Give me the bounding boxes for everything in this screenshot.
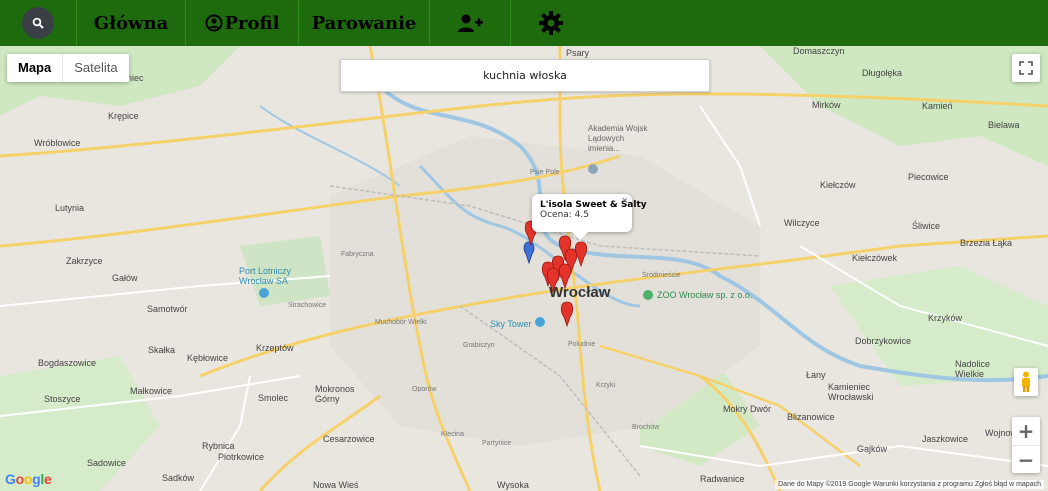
fullscreen-icon <box>1019 61 1033 75</box>
zoom-out-button[interactable]: − <box>1012 446 1040 474</box>
map-district-label: Poludnie <box>568 341 596 348</box>
map-canvas[interactable]: Psary Domaszczyn Długołęka Kamień Bielaw… <box>0 46 1048 491</box>
close-icon[interactable]: × <box>622 195 628 207</box>
map-place-label: Kiełczów <box>820 180 856 190</box>
map-place-label: Gałów <box>112 273 138 283</box>
map-place-label: Mokronos Górny <box>315 384 355 404</box>
info-window-rating: Ocena: 4.5 <box>540 210 589 220</box>
map-poi-label: ZOO Wrocław sp. z o.o. <box>657 290 753 300</box>
map-place-label: Kamień <box>922 101 953 111</box>
map-place-label: Bielawa <box>988 120 1020 130</box>
map-place-label: Bogdaszowice <box>38 358 97 368</box>
map-place-label: Nadolice Wielkie <box>955 359 991 379</box>
pegman-icon <box>1022 371 1030 392</box>
search-icon <box>32 17 44 29</box>
map-type-satellite-button[interactable]: Satelita <box>62 54 128 82</box>
nav-pairing-label: Parowanie <box>311 12 417 34</box>
map-tiles <box>0 46 1048 491</box>
nav-item-home[interactable]: Główna <box>77 0 186 46</box>
map-place-label: Małkowice <box>130 386 173 396</box>
map-place-label: Kamieniec Wrocławski <box>828 382 874 402</box>
map-district-label: Oporów <box>412 386 437 393</box>
map-place-label: Łany <box>806 370 826 380</box>
map-district-label: Strachowice <box>288 302 327 309</box>
nav-item-pairing[interactable]: Parowanie <box>299 0 430 46</box>
map-place-label: Sadków <box>162 473 195 483</box>
nav-item-settings[interactable] <box>511 0 591 46</box>
zoom-control: + − <box>1012 417 1040 473</box>
map-place-label: Smolec <box>258 393 289 403</box>
map-place-label: Gajków <box>857 444 888 454</box>
map-place-label: Brzezia Łąka <box>960 238 1013 248</box>
map-district-label: Śródmieście <box>642 272 681 279</box>
user-circle-icon <box>205 14 223 32</box>
map-place-label: Zakrzyce <box>66 256 103 266</box>
map-place-label: Samotwór <box>147 304 188 314</box>
map-type-control: Mapa Satelita <box>7 54 129 82</box>
gear-icon <box>539 11 563 35</box>
search-button[interactable] <box>22 7 54 39</box>
nav-search-cell[interactable] <box>0 0 77 46</box>
map-district-label: Muchobór Wielki <box>375 319 427 326</box>
street-view-pegman[interactable] <box>1014 368 1038 396</box>
map-place-label: Psary <box>566 48 590 58</box>
map-place-label: Lutynia <box>55 203 85 213</box>
map-district-label: Partynice <box>482 440 512 447</box>
map-place-label: Krzeptów <box>256 343 294 353</box>
map-place-label: Sadowice <box>87 458 127 468</box>
map-place-label: Wysoka <box>497 480 529 490</box>
city-label: Wrocław <box>549 284 611 301</box>
map-place-label: Śliwice <box>912 221 941 231</box>
place-search-input[interactable]: kuchnia włoska <box>340 59 710 92</box>
map-place-label: Krzyków <box>928 313 963 323</box>
map-place-label: Dobrzykowice <box>855 336 912 346</box>
fullscreen-button[interactable] <box>1012 54 1040 82</box>
map-place-label: Skałka <box>148 345 176 355</box>
map-place-label: Piecowice <box>908 172 949 182</box>
map-place-label: Nowa Wieś <box>313 480 359 490</box>
map-attribution: Dane do Mapy ©2019 Google Warunki korzys… <box>775 480 1044 489</box>
map-district-label: Psie Pole <box>530 169 560 176</box>
map-place-label: Akademia Wojsk Lądowych imienia... <box>588 124 648 153</box>
map-place-label: Piotrkowice <box>218 452 265 462</box>
zoom-in-button[interactable]: + <box>1012 417 1040 446</box>
map-place-label: Domaszczyn <box>793 46 845 56</box>
map-district-label: Krzyki <box>596 382 616 389</box>
map-place-label: Mokry Dwór <box>723 404 772 414</box>
map-place-label: Wróblowice <box>34 138 81 148</box>
nav-home-label: Główna <box>93 12 169 34</box>
map-poi-label: Port Lotniczy Wrocław SA <box>239 266 292 286</box>
map-place-label: Stoszyce <box>44 394 81 404</box>
google-logo: Google <box>5 471 52 487</box>
map-poi-label: Sky Tower <box>490 319 532 329</box>
top-navbar: Główna Profil Parowanie <box>0 0 1048 46</box>
map-place-label: Krępice <box>108 111 139 121</box>
map-place-label: Blizanowice <box>787 412 835 422</box>
map-district-label: Grabiszyn <box>463 342 495 349</box>
map-district-label: Klecina <box>441 431 464 438</box>
map-place-label: Długołęka <box>862 68 903 78</box>
map-place-label: Rybnica <box>202 441 235 451</box>
map-place-label: Wilczyce <box>784 218 820 228</box>
nav-item-profile[interactable]: Profil <box>186 0 299 46</box>
map-district-label: Fabryczna <box>341 251 374 258</box>
user-plus-icon <box>458 14 483 32</box>
map-district-label: Brochów <box>632 424 660 431</box>
map-place-label: Kębłowice <box>187 353 229 363</box>
marker-info-window: × L'isola Sweet & Salty Ocena: 4.5 <box>532 194 647 240</box>
map-place-label: Radwanice <box>700 474 745 484</box>
nav-item-add-user[interactable] <box>430 0 511 46</box>
map-place-label: Jaszkowice <box>922 434 969 444</box>
map-place-label: Mirków <box>812 100 841 110</box>
map-place-label: Kiełczówek <box>852 253 898 263</box>
map-type-map-button[interactable]: Mapa <box>7 54 62 82</box>
info-window-title: L'isola Sweet & Salty <box>540 200 647 210</box>
nav-profile-label: Profil <box>224 12 280 34</box>
map-place-label: Cesarzowice <box>323 434 375 444</box>
